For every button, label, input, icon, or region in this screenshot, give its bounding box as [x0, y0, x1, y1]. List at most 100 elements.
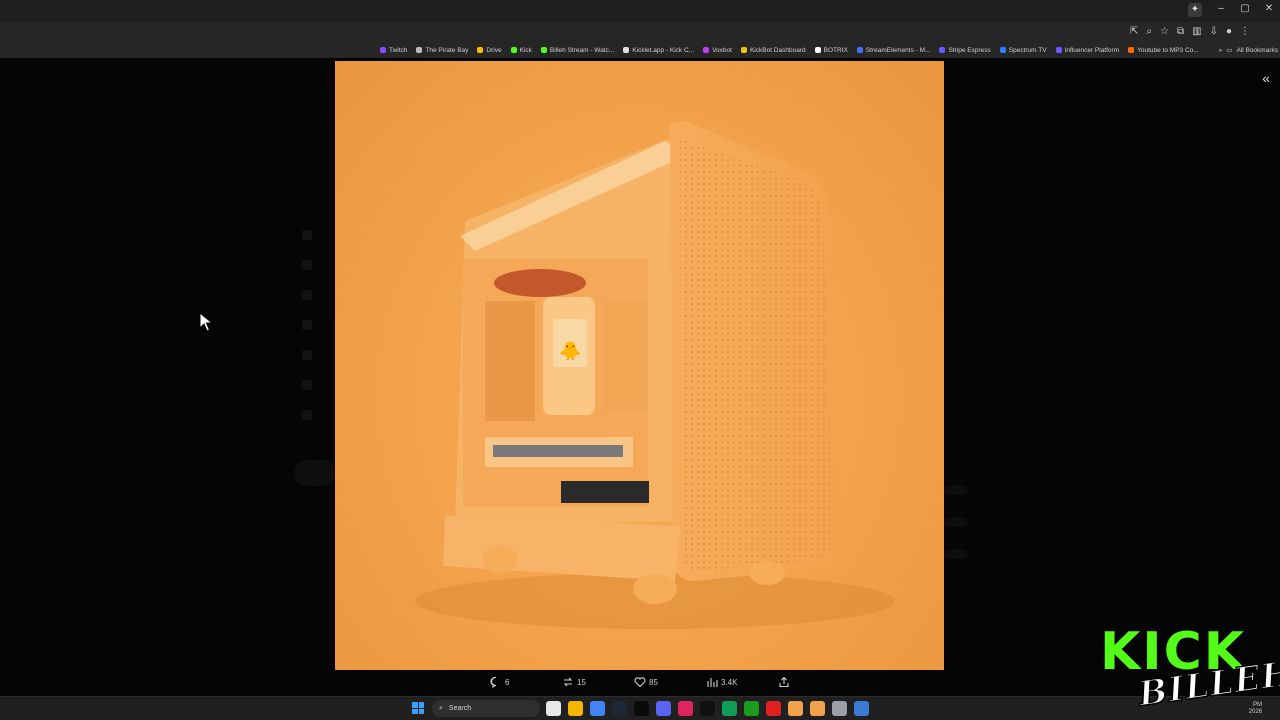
reply-icon	[490, 676, 497, 688]
bookmark-item[interactable]: Billeh Stream - Watc...	[540, 46, 615, 54]
like-button[interactable]: 85	[634, 676, 658, 688]
bookmark-favicon-icon	[416, 47, 423, 53]
view-count: 3.4K	[721, 677, 738, 687]
bookmarks-more-button[interactable]: »	[1219, 47, 1223, 54]
bookmark-item[interactable]: Stripe Express	[939, 46, 991, 54]
bookmark-label: KickBot Dashboard	[749, 46, 806, 54]
pixel-duck-icon: 🐥	[559, 340, 581, 361]
search-placeholder: Search	[448, 705, 472, 712]
taskbar-app-icon[interactable]	[854, 701, 869, 716]
repost-button[interactable]: 15	[562, 676, 586, 688]
post-action-bar: 6 15 85 3.4K	[335, 674, 944, 692]
analytics-icon	[707, 678, 718, 687]
minimize-button[interactable]: –	[1216, 3, 1226, 14]
bookmark-favicon-icon	[939, 47, 946, 53]
new-tab-button[interactable]: ✦	[1188, 3, 1202, 17]
reply-button[interactable]: 6	[490, 676, 509, 688]
bookmark-item[interactable]: Kicklet.app - Kick C...	[623, 47, 694, 54]
star-icon[interactable]: ☆	[1160, 26, 1169, 37]
taskbar-app-icon[interactable]	[634, 701, 649, 716]
bookmark-favicon-icon	[1128, 47, 1135, 53]
window-controls: – ▢ ✕	[1216, 3, 1274, 14]
bookmark-label: Kicklet.app - Kick C...	[632, 46, 695, 54]
bookmark-favicon-icon	[856, 47, 863, 53]
bookmark-item[interactable]: KickBot Dashboard	[740, 46, 806, 54]
views-button[interactable]: 3.4K	[706, 676, 737, 688]
taskbar-app-icon[interactable]	[656, 701, 671, 716]
downloads-icon[interactable]: ⇩	[1210, 26, 1218, 37]
bookmark-item[interactable]: Youtube to MP3 Co...	[1128, 47, 1199, 54]
bookmark-label: StreamElements - M...	[865, 46, 931, 54]
bookmark-favicon-icon	[540, 47, 547, 53]
toolbar-icons: ⇱ ⌕ ☆ ⧉ ▥ ⇩ ● ⋮	[1130, 26, 1250, 37]
bookmark-label: Kick	[519, 46, 532, 54]
install-icon[interactable]: ⇱	[1130, 26, 1138, 37]
browser-toolbar: ⇱ ⌕ ☆ ⧉ ▥ ⇩ ● ⋮	[0, 22, 1280, 42]
sidebar-icon[interactable]: ▥	[1192, 26, 1201, 37]
profile-icon[interactable]: ●	[1226, 26, 1232, 37]
bookmark-favicon-icon	[623, 47, 630, 53]
bookmark-favicon-icon	[703, 47, 710, 53]
bookmark-label: Billeh Stream - Watc...	[549, 46, 615, 54]
bookmark-label: Stripe Express	[948, 46, 991, 54]
heart-icon	[634, 677, 646, 688]
bookmark-label: Influencer Platform	[1064, 46, 1120, 54]
dimmed-right-panel	[944, 485, 968, 559]
bookmark-item[interactable]: Kick	[510, 46, 532, 54]
bookmark-item[interactable]: Twitch	[380, 47, 407, 54]
extensions-icon[interactable]: ⧉	[1177, 26, 1184, 37]
folder-icon: ▭	[1226, 47, 1233, 54]
taskbar-app-icon[interactable]	[678, 701, 693, 716]
bookmark-item[interactable]: Influencer Platform	[1055, 46, 1120, 54]
menu-icon[interactable]: ⋮	[1240, 26, 1250, 37]
dimmed-post-button	[294, 460, 336, 486]
bookmarks-bar: Twitch The Pirate Bay Drive Kick Billeh Stre…	[0, 42, 1280, 58]
taskbar-app-icon[interactable]	[766, 701, 781, 716]
repost-icon	[563, 677, 573, 687]
taskbar-apps	[546, 701, 869, 716]
taskbar-app-icon[interactable]	[612, 701, 627, 716]
post-media-image[interactable]: 🐥	[335, 61, 944, 670]
bookmark-item[interactable]: BOTRIX	[814, 46, 848, 54]
taskbar-search[interactable]: ⌕ Search	[432, 700, 540, 717]
taskbar-app-icon[interactable]	[568, 701, 583, 716]
bookmark-label: Spectrum TV	[1008, 46, 1047, 54]
screen: Kiban ✦ – ▢ ✕ ⇱ ⌕ ☆ ⧉ ▥ ⇩ ● ⋮ TwitchThe …	[0, 0, 1280, 720]
browser-titlebar: ✦ – ▢ ✕	[0, 0, 1280, 22]
bookmark-label: Voxbot	[712, 46, 732, 54]
bookmark-favicon-icon	[1055, 47, 1062, 53]
close-button[interactable]: ✕	[1264, 3, 1274, 14]
taskbar-app-icon[interactable]	[788, 701, 803, 716]
maximize-button[interactable]: ▢	[1240, 3, 1250, 14]
taskbar-app-icon[interactable]	[546, 701, 561, 716]
bookmark-item[interactable]: The Pirate Bay	[416, 47, 468, 54]
taskbar-app-icon[interactable]	[722, 701, 737, 716]
reply-count: 6	[505, 677, 510, 687]
all-bookmarks-link[interactable]: All Bookmarks	[1236, 47, 1278, 54]
like-count: 85	[649, 677, 658, 687]
share-icon	[779, 676, 789, 688]
zoom-icon[interactable]: ⌕	[1146, 26, 1152, 37]
taskbar-app-icon[interactable]	[810, 701, 825, 716]
bookmark-label: Twitch	[389, 46, 408, 54]
taskbar-app-icon[interactable]	[590, 701, 605, 716]
bookmark-favicon-icon	[999, 47, 1006, 53]
bookmark-favicon-icon	[380, 47, 386, 53]
taskbar-app-icon[interactable]	[744, 701, 759, 716]
start-button[interactable]	[412, 702, 424, 714]
bookmark-label: BOTRIX	[823, 46, 848, 54]
clock-date: 2026	[1248, 709, 1262, 715]
dimmed-nav-rail	[302, 230, 312, 420]
mouse-cursor-icon	[199, 312, 213, 332]
repost-count: 15	[577, 677, 586, 687]
bookmark-item[interactable]: Voxbot	[703, 47, 732, 54]
taskbar-app-icon[interactable]	[832, 701, 847, 716]
bookmark-item[interactable]: StreamElements - M...	[856, 46, 931, 54]
collapse-panel-icon[interactable]: «	[1262, 70, 1270, 86]
bookmark-item[interactable]: Drive	[477, 47, 502, 54]
pc-case-illustration: 🐥	[415, 121, 895, 629]
clock-time: PM	[1253, 702, 1262, 708]
bookmark-item[interactable]: Spectrum TV	[999, 46, 1047, 54]
taskbar-app-icon[interactable]	[700, 701, 715, 716]
share-button[interactable]	[778, 676, 790, 688]
